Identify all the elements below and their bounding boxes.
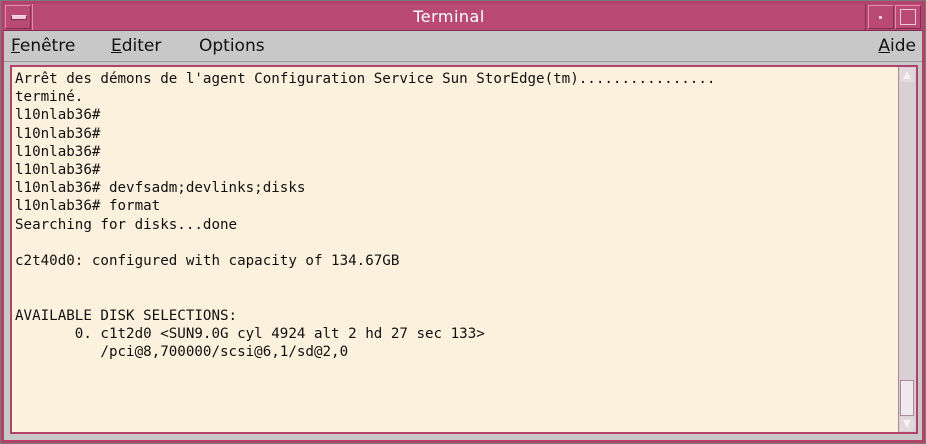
- terminal-line: AVAILABLE DISK SELECTIONS:: [15, 307, 238, 324]
- menu-editer-label: diter: [121, 36, 162, 56]
- scroll-up-icon[interactable]: [900, 68, 914, 82]
- terminal-line: /pci@8,700000/scsi@6,1/sd@2,0: [15, 344, 349, 361]
- menu-aide-mnemonic: A: [878, 36, 891, 56]
- terminal-line: Arrêt des démons de l'agent Configuratio…: [15, 71, 716, 87]
- terminal-line: c2t40d0: configured with capacity of 134…: [15, 253, 400, 270]
- title-bar[interactable]: Terminal: [4, 4, 922, 31]
- menu-options-label: Options: [199, 36, 265, 56]
- menu-options[interactable]: Options: [199, 31, 265, 61]
- terminal-line: l10nlab36# format: [15, 198, 161, 215]
- terminal-area[interactable]: Arrêt des démons de l'agent Configuratio…: [10, 65, 918, 434]
- menu-editer[interactable]: Editer: [111, 31, 161, 61]
- menu-bar: Fenêtre Editer Options Aide: [4, 31, 922, 62]
- terminal-output[interactable]: Arrêt des démons de l'agent Configuratio…: [15, 70, 896, 430]
- vertical-scrollbar[interactable]: [898, 67, 916, 432]
- terminal-line: l10nlab36#: [15, 125, 101, 142]
- window-menu-icon[interactable]: [5, 5, 31, 29]
- minimize-icon[interactable]: [868, 5, 894, 29]
- menu-fenetre-label: enêtre: [19, 36, 76, 56]
- terminal-line: 0. c1t2d0 <SUN9.0G cyl 4924 alt 2 hd 27 …: [15, 325, 485, 342]
- menu-fenetre-mnemonic: F: [11, 36, 20, 56]
- terminal-line: l10nlab36#: [15, 143, 101, 160]
- scroll-thumb[interactable]: [900, 380, 914, 416]
- terminal-line: l10nlab36#: [15, 107, 101, 124]
- terminal-line: l10nlab36#: [15, 162, 101, 179]
- window-frame: Terminal Fenêtre Editer Options Aide Arr…: [4, 4, 922, 440]
- terminal-line: Searching for disks...done: [15, 216, 238, 233]
- window-title: Terminal: [32, 4, 866, 30]
- maximize-icon[interactable]: [895, 5, 921, 29]
- menu-aide-label: ide: [890, 36, 916, 56]
- menu-fenetre[interactable]: Fenêtre: [11, 31, 75, 61]
- menu-aide[interactable]: Aide: [878, 31, 916, 61]
- menu-editer-mnemonic: E: [111, 36, 122, 56]
- terminal-line: l10nlab36# devfsadm;devlinks;disks: [15, 180, 306, 197]
- terminal-window: Terminal Fenêtre Editer Options Aide Arr…: [0, 0, 926, 444]
- scroll-down-icon[interactable]: [900, 417, 914, 431]
- terminal-line: terminé.: [15, 89, 84, 106]
